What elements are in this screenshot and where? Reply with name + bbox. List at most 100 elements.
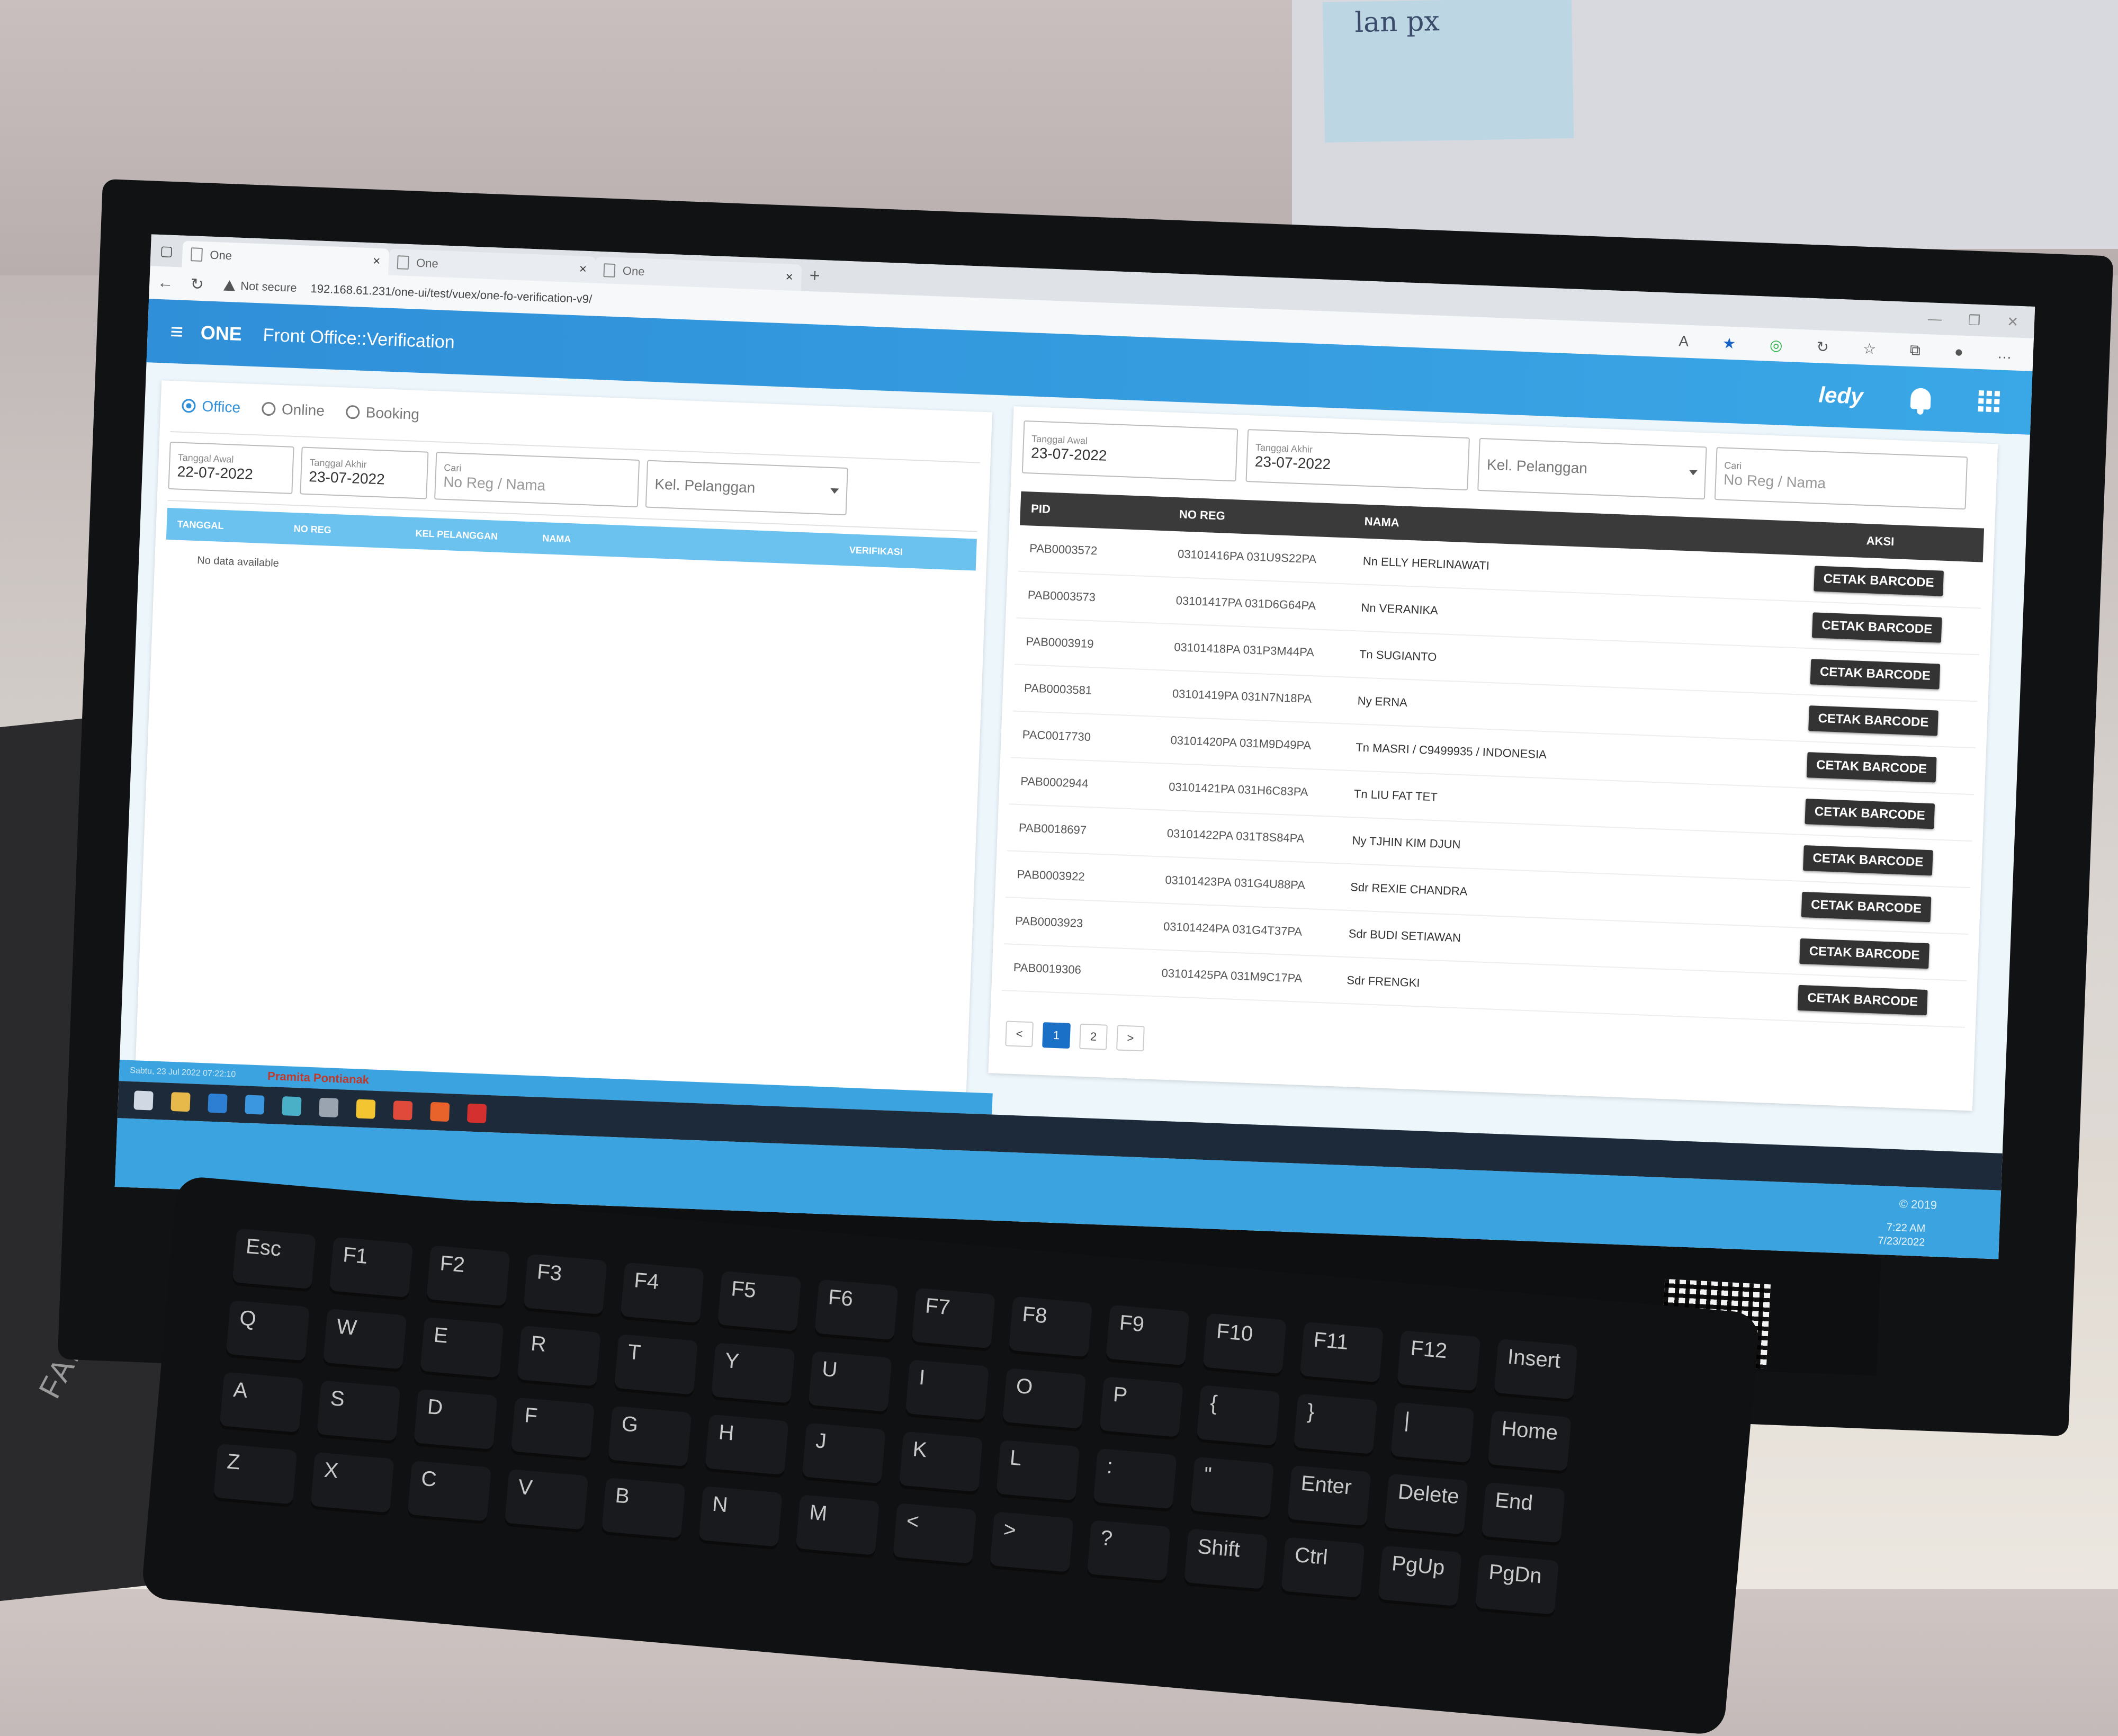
mail-icon[interactable] bbox=[245, 1095, 265, 1115]
aksi-cell: CETAK BARCODE bbox=[1782, 658, 1969, 690]
pid-cell: PAB0003573 bbox=[1027, 588, 1096, 604]
app-name[interactable]: ONE bbox=[200, 321, 243, 345]
keyboard-key: E bbox=[419, 1317, 504, 1381]
extension-icon[interactable]: ◎ bbox=[1770, 336, 1783, 354]
no-reg-cell: 03101425PA 031M9C17PA bbox=[1161, 966, 1303, 985]
radio-online[interactable]: Online bbox=[261, 400, 325, 420]
read-aloud-icon[interactable]: A bbox=[1679, 333, 1689, 350]
close-tab-icon[interactable]: × bbox=[579, 262, 587, 277]
profile-avatar-icon[interactable]: ● bbox=[1954, 343, 1963, 361]
nama-cell: Sdr REXIE CHANDRA bbox=[1350, 880, 1468, 898]
branch-name: Pramita Pontianak bbox=[267, 1069, 370, 1087]
cetak-barcode-button[interactable]: CETAK BARCODE bbox=[1804, 799, 1935, 829]
more-menu-icon[interactable]: … bbox=[1997, 345, 2012, 362]
security-indicator[interactable]: Not secure bbox=[223, 279, 297, 295]
close-tab-icon[interactable]: × bbox=[785, 270, 793, 285]
chrome-icon[interactable] bbox=[393, 1100, 413, 1121]
page-button[interactable]: 1 bbox=[1042, 1022, 1071, 1049]
radio-label: Office bbox=[201, 398, 241, 416]
column-header-no-reg[interactable]: NO REG bbox=[1179, 507, 1365, 528]
column-header-aksi: AKSI bbox=[1866, 534, 1895, 549]
search-field[interactable]: Cari No Reg / Nama bbox=[434, 452, 640, 507]
cetak-barcode-button[interactable]: CETAK BARCODE bbox=[1799, 938, 1930, 969]
back-icon[interactable]: ← bbox=[149, 273, 182, 292]
search-field[interactable]: Cari No Reg / Nama bbox=[1714, 447, 1968, 510]
apps-grid-icon[interactable] bbox=[1978, 390, 2000, 413]
keyboard-key: O bbox=[1002, 1368, 1087, 1432]
keyboard-key: Delete bbox=[1384, 1473, 1468, 1538]
keyboard-key: N bbox=[698, 1486, 783, 1550]
next-page-button[interactable]: > bbox=[1116, 1025, 1145, 1052]
column-header[interactable]: NO REG bbox=[293, 523, 416, 539]
hamburger-menu-icon[interactable]: ≡ bbox=[158, 318, 196, 345]
start-icon[interactable] bbox=[133, 1090, 154, 1111]
status-datetime: Sabtu, 23 Jul 2022 07:22:10 bbox=[129, 1066, 236, 1079]
file-explorer-icon[interactable] bbox=[170, 1091, 191, 1112]
page-icon bbox=[397, 255, 409, 270]
minimize-icon[interactable]: — bbox=[1928, 310, 1942, 327]
keyboard-key: K bbox=[899, 1431, 983, 1496]
edge-icon[interactable] bbox=[208, 1093, 228, 1114]
radio-button[interactable] bbox=[261, 401, 276, 416]
close-window-icon[interactable]: ✕ bbox=[2007, 313, 2019, 330]
column-header[interactable]: VERIFIKASI bbox=[849, 544, 903, 558]
radio-booking[interactable]: Booking bbox=[345, 404, 420, 423]
nama-cell: Ny TJHIN KIM DJUN bbox=[1352, 834, 1461, 852]
cetak-barcode-button[interactable]: CETAK BARCODE bbox=[1813, 566, 1944, 596]
tanggal-akhir-field[interactable]: Tanggal Akhir 23-07-2022 bbox=[1245, 429, 1470, 491]
no-reg-cell: 03101419PA 031N7N18PA bbox=[1172, 686, 1312, 706]
prev-page-button[interactable]: < bbox=[1005, 1021, 1034, 1048]
screen: ▢ One × One × One × + — ❐ ✕ ← ↻ Not secu… bbox=[114, 234, 2035, 1259]
keyboard-key: { bbox=[1196, 1385, 1280, 1449]
refresh-icon[interactable]: ↻ bbox=[181, 274, 213, 294]
anydesk-icon[interactable] bbox=[466, 1103, 487, 1123]
nama-cell: Tn MASRI / C9499935 / INDONESIA bbox=[1355, 740, 1547, 762]
column-header-nama[interactable]: NAMA bbox=[1364, 515, 1788, 545]
radio-office[interactable]: Office bbox=[181, 397, 241, 416]
radio-button[interactable] bbox=[181, 398, 196, 413]
kel-pelanggan-select[interactable]: Kel. Pelanggan bbox=[1477, 437, 1707, 500]
column-header[interactable]: NAMA bbox=[542, 533, 849, 556]
cetak-barcode-button[interactable]: CETAK BARCODE bbox=[1808, 705, 1939, 736]
nama-cell: Ny ERNA bbox=[1357, 694, 1408, 710]
notes-icon[interactable] bbox=[356, 1099, 376, 1119]
cetak-barcode-button[interactable]: CETAK BARCODE bbox=[1806, 752, 1937, 783]
keyboard-key: T bbox=[614, 1334, 698, 1398]
collections-icon[interactable]: ⧉ bbox=[1909, 341, 1920, 359]
system-clock[interactable]: 7:22 AM 7/23/2022 bbox=[1878, 1220, 1926, 1249]
firefox-icon[interactable] bbox=[429, 1102, 450, 1122]
keyboard-key: R bbox=[517, 1325, 601, 1390]
url-field[interactable]: 192.168.61.231/one-ui/test/vuex/one-fo-v… bbox=[310, 282, 593, 306]
browser-icon[interactable] bbox=[282, 1096, 302, 1116]
refresh-extension-icon[interactable]: ↻ bbox=[1816, 338, 1829, 356]
tanggal-awal-field[interactable]: Tanggal Awal 23-07-2022 bbox=[1021, 420, 1239, 482]
user-name[interactable]: ledy bbox=[1818, 382, 1864, 409]
nama-cell: Tn SUGIANTO bbox=[1359, 647, 1437, 664]
keyboard-key: H bbox=[704, 1414, 789, 1479]
cetak-barcode-button[interactable]: CETAK BARCODE bbox=[1802, 845, 1934, 876]
cetak-barcode-button[interactable]: CETAK BARCODE bbox=[1801, 891, 1932, 923]
pid-cell: PAB0002944 bbox=[1020, 774, 1089, 791]
column-header[interactable]: TANGGAL bbox=[177, 518, 294, 534]
app-icon[interactable] bbox=[319, 1097, 339, 1118]
page-button[interactable]: 2 bbox=[1079, 1023, 1108, 1050]
kel-pelanggan-select[interactable]: Kel. Pelanggan bbox=[645, 460, 848, 516]
cetak-barcode-button[interactable]: CETAK BARCODE bbox=[1811, 612, 1943, 643]
tab-actions-icon[interactable]: ▢ bbox=[150, 234, 183, 267]
keyboard-key: F11 bbox=[1299, 1321, 1384, 1386]
cetak-barcode-button[interactable]: CETAK BARCODE bbox=[1797, 985, 1928, 1016]
maximize-icon[interactable]: ❐ bbox=[1968, 312, 1981, 329]
bell-icon[interactable] bbox=[1910, 388, 1932, 410]
keyboard-key: V bbox=[504, 1469, 589, 1533]
radio-button[interactable] bbox=[345, 405, 360, 419]
close-tab-icon[interactable]: × bbox=[373, 254, 381, 269]
new-tab-button[interactable]: + bbox=[801, 265, 828, 287]
column-header[interactable]: KEL PELANGGAN bbox=[415, 527, 543, 543]
cetak-barcode-button[interactable]: CETAK BARCODE bbox=[1810, 659, 1941, 690]
tanggal-awal-field[interactable]: Tanggal Awal 22-07-2022 bbox=[168, 441, 294, 494]
field-value: 23-07-2022 bbox=[308, 468, 385, 488]
favorites-icon[interactable]: ☆ bbox=[1862, 339, 1876, 357]
favorite-star-icon[interactable]: ★ bbox=[1722, 334, 1736, 352]
tanggal-akhir-field[interactable]: Tanggal Akhir 23-07-2022 bbox=[300, 446, 429, 499]
column-header-pid[interactable]: PID bbox=[1031, 502, 1180, 521]
